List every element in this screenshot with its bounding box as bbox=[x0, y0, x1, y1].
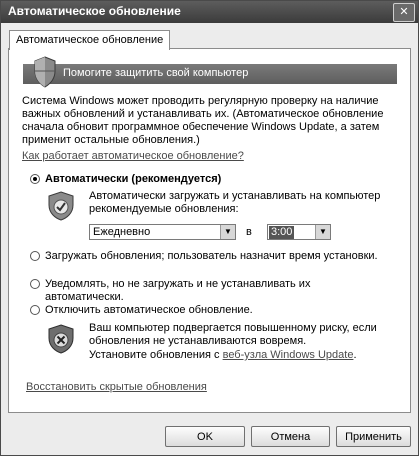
apply-button[interactable]: Применить bbox=[336, 426, 411, 447]
chevron-down-icon: ▼ bbox=[220, 225, 235, 239]
option-automatic-label[interactable]: Автоматически (рекомендуется) bbox=[45, 173, 221, 186]
frequency-value: Ежедневно bbox=[93, 226, 151, 238]
off-warning-text: Ваш компьютер подвергается повышенному р… bbox=[89, 322, 377, 347]
option-download-label[interactable]: Загружать обновления; пользователь назна… bbox=[45, 250, 405, 263]
option-off-label[interactable]: Отключить автоматическое обновление. bbox=[45, 304, 253, 317]
radio-download[interactable] bbox=[30, 251, 40, 261]
chevron-down-icon: ▼ bbox=[315, 225, 330, 239]
close-button[interactable]: ✕ bbox=[393, 3, 415, 22]
cancel-button[interactable]: Отмена bbox=[251, 426, 330, 447]
windows-update-link[interactable]: веб-узла Windows Update bbox=[223, 349, 354, 361]
info-banner: Помогите защитить свой компьютер bbox=[23, 56, 397, 88]
option-notify-label[interactable]: Уведомлять, но не загружать и не устанав… bbox=[45, 278, 345, 304]
ok-button[interactable]: OK bbox=[165, 426, 245, 447]
restore-hidden-updates-link[interactable]: Восстановить скрытые обновления bbox=[26, 381, 207, 394]
time-select[interactable]: 3:00 ▼ bbox=[267, 224, 331, 240]
tab-panel: Помогите защитить свой компьютер Система… bbox=[8, 48, 411, 413]
radio-off[interactable] bbox=[30, 305, 40, 315]
description-text: Система Windows может проводить регулярн… bbox=[22, 95, 384, 146]
radio-automatic[interactable] bbox=[30, 174, 40, 184]
shield-icon bbox=[34, 56, 56, 88]
close-icon: ✕ bbox=[399, 6, 409, 18]
window-title: Автоматическое обновление bbox=[8, 4, 181, 18]
install-updates-text: Установите обновления с веб-узла Windows… bbox=[89, 349, 357, 362]
frequency-select[interactable]: Ежедневно ▼ bbox=[89, 224, 236, 240]
shield-x-icon bbox=[48, 324, 74, 354]
install-suffix: . bbox=[353, 349, 357, 361]
automatic-sub-text: Автоматически загружать и устанавливать … bbox=[89, 190, 381, 215]
how-it-works-link[interactable]: Как работает автоматическое обновление? bbox=[22, 150, 244, 162]
title-bar: Автоматическое обновление ✕ bbox=[1, 1, 418, 23]
time-value: 3:00 bbox=[269, 226, 295, 239]
shield-check-icon bbox=[48, 191, 74, 221]
tab-automatic-updates[interactable]: Автоматическое обновление bbox=[9, 30, 171, 50]
at-label: в bbox=[246, 226, 252, 238]
banner-text: Помогите защитить свой компьютер bbox=[63, 67, 249, 79]
dialog-window: Автоматическое обновление ✕ Автоматическ… bbox=[0, 0, 419, 456]
radio-notify[interactable] bbox=[30, 279, 40, 289]
install-prefix: Установите обновления с bbox=[89, 349, 223, 361]
